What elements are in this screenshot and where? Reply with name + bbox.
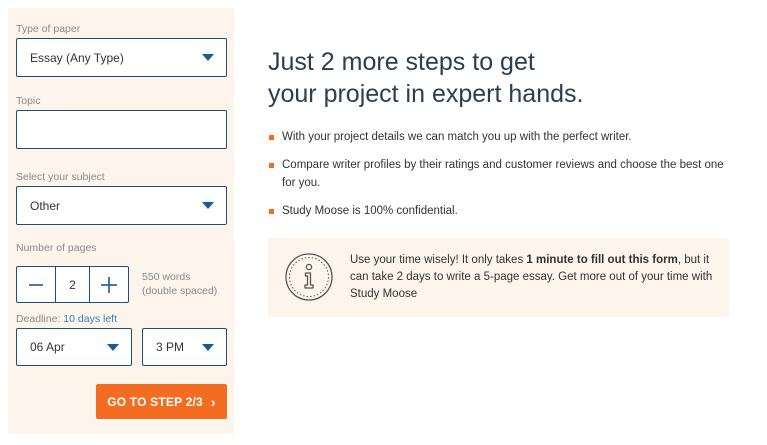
word-count-hint: 550 words (double spaced) <box>142 270 217 298</box>
list-item-text: Study Moose is 100% confidential. <box>282 205 458 217</box>
minus-icon <box>29 283 43 286</box>
benefits-list: With your project details we can match y… <box>268 128 738 230</box>
word-count: 550 words <box>142 271 191 283</box>
order-form-panel: Type of paper Essay (Any Type) Topic Sel… <box>8 8 234 434</box>
topic-label: Topic <box>16 95 41 107</box>
headline-line-2: your project in expert hands. <box>268 80 584 108</box>
note-text-1: Use your time wisely! It only takes <box>350 254 527 266</box>
bullet-icon <box>269 163 274 168</box>
paper-type-select[interactable]: Essay (Any Type) <box>16 38 227 77</box>
headline-line-1: Just 2 more steps to get <box>268 48 535 76</box>
chevron-right-icon: › <box>210 393 216 410</box>
topic-input[interactable] <box>16 110 227 149</box>
pages-stepper: 2 <box>16 266 129 303</box>
deadline-date-value: 06 Apr <box>30 340 65 354</box>
list-item: Study Moose is 100% confidential. <box>268 202 738 220</box>
deadline-time-select[interactable]: 3 PM <box>142 328 227 366</box>
chevron-down-icon <box>202 202 214 209</box>
info-icon <box>285 253 333 301</box>
subject-label: Select your subject <box>16 171 105 183</box>
list-item-text: Compare writer profiles by their ratings… <box>282 159 724 189</box>
chevron-down-icon <box>107 343 119 351</box>
list-item: Compare writer profiles by their ratings… <box>268 156 738 192</box>
page-headline: Just 2 more steps to get your project in… <box>268 46 583 110</box>
chevron-down-icon <box>202 343 214 351</box>
note-text-bold: 1 minute to fill out this form <box>526 254 678 266</box>
plus-icon <box>101 276 117 293</box>
paper-type-label: Type of paper <box>16 23 81 35</box>
chevron-down-icon <box>202 54 214 61</box>
subject-value: Other <box>30 198 61 213</box>
increase-pages-button[interactable] <box>90 267 128 302</box>
bullet-icon <box>269 209 274 214</box>
days-left: 10 days left <box>63 313 117 325</box>
list-item-text: With your project details we can match y… <box>282 131 632 143</box>
deadline-date-select[interactable]: 06 Apr <box>16 328 132 366</box>
info-note: Use your time wisely! It only takes 1 mi… <box>268 238 729 317</box>
pages-label: Number of pages <box>16 242 97 254</box>
info-note-text: Use your time wisely! It only takes 1 mi… <box>350 252 720 303</box>
list-item: With your project details we can match y… <box>268 128 738 146</box>
pages-value[interactable]: 2 <box>55 267 90 302</box>
deadline-label: Deadline: 10 days left <box>16 313 117 325</box>
decrease-pages-button[interactable] <box>17 267 55 302</box>
spacing-note: (double spaced) <box>142 285 218 297</box>
bullet-icon <box>269 135 274 140</box>
deadline-label-text: Deadline: <box>16 313 61 325</box>
go-to-step-button[interactable]: GO TO STEP 2/3 › <box>96 384 227 419</box>
go-to-step-label: GO TO STEP 2/3 <box>107 394 203 409</box>
deadline-time-value: 3 PM <box>156 340 185 354</box>
paper-type-value: Essay (Any Type) <box>30 50 124 65</box>
subject-select[interactable]: Other <box>16 186 227 225</box>
